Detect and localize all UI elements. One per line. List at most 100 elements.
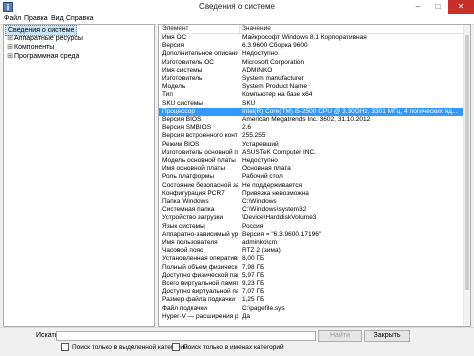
category-tree[interactable]: Сведения о системе ⊞Аппаратные ресурсы ⊞… <box>3 24 155 327</box>
table-row[interactable]: Процессор Intel(R) Core(TM) i5-2500 CPU @… <box>159 107 464 116</box>
table-row[interactable]: Всего виртуальной памяти 9,23 ГБ <box>159 280 464 288</box>
row-value-cell: C:\pagefile.sys <box>242 304 285 312</box>
table-row[interactable]: Аппаратно-зависимый уровень... Версия = "… <box>159 231 464 239</box>
row-item-cell: Конфигурация PCR7 <box>162 189 225 197</box>
row-value-cell: Не поддерживается <box>242 181 302 189</box>
tree-node-components[interactable]: ⊞Компоненты <box>6 43 54 52</box>
table-row[interactable]: Режим BIOS Устаревший <box>159 141 464 149</box>
row-item-cell: Роль платформы <box>162 173 214 181</box>
column-divider[interactable] <box>239 25 240 33</box>
maximize-button[interactable]: □ <box>428 0 448 14</box>
table-row[interactable]: Имя основной платы Основная плата <box>159 165 464 173</box>
menu-file[interactable]: Файл <box>2 14 23 24</box>
table-row[interactable]: Конфигурация PCR7 Привязка невозможна <box>159 190 464 198</box>
table-row[interactable]: Модель основной платы Недоступно <box>159 157 464 165</box>
row-value-cell: 255.255 <box>242 132 266 140</box>
row-item-cell: Всего виртуальной памяти <box>162 280 238 287</box>
table-row[interactable]: Версия встроенного контрол... 255.255 <box>159 132 464 140</box>
vertical-scrollbar[interactable] <box>463 25 470 326</box>
row-item-cell: Размер файла подкачки <box>162 296 236 304</box>
row-item-cell: Файл подкачки <box>162 304 207 312</box>
checkbox-box[interactable] <box>172 343 180 352</box>
table-row[interactable]: Доступно физической памяти 5,97 ГБ <box>159 272 464 280</box>
tree-node-hardware-resources[interactable]: ⊞Аппаратные ресурсы <box>6 34 83 43</box>
row-item-cell: Изготовитель ОС <box>162 58 214 66</box>
table-row[interactable]: Имя ОС Майкрософт Windows 8.1 Корпоративн… <box>159 34 464 42</box>
row-value-cell: 9,23 ГБ <box>242 280 265 287</box>
checkbox-label: Поиск только в именах категорий <box>183 344 284 351</box>
table-row[interactable]: Установленная оперативная п... 8,00 ГБ <box>159 255 464 263</box>
row-item-cell: Язык системы <box>162 222 205 230</box>
table-row[interactable]: Роль платформы Рабочий стол <box>159 173 464 181</box>
table-row[interactable]: Папка Windows C:\Windows <box>159 198 464 206</box>
row-value-cell: System manufacturer <box>242 75 304 82</box>
column-header-value[interactable]: Значение <box>242 25 271 33</box>
row-value-cell: 7,98 ГБ <box>242 263 265 271</box>
find-button[interactable]: Найти <box>318 330 362 342</box>
row-value-cell: Да <box>242 312 251 320</box>
row-value-cell: 5,97 ГБ <box>242 271 265 279</box>
row-item-cell: Имя основной платы <box>162 165 226 173</box>
tree-node-software-environment[interactable]: ⊞Программная среда <box>6 52 79 61</box>
row-item-cell: Имя системы <box>162 66 203 74</box>
table-row[interactable]: Язык системы Россия <box>159 223 464 231</box>
row-value-cell: 7,07 ГБ <box>242 288 265 296</box>
row-value-cell: Компьютер на базе x64 <box>242 91 313 99</box>
details-list[interactable]: Элемент Значение Имя ОС Майкрософт Window… <box>158 24 471 327</box>
row-item-cell: Hyper-V — расширения режим... <box>162 312 238 320</box>
table-row[interactable]: Тип Компьютер на базе x64 <box>159 91 464 99</box>
table-row[interactable]: Часовой пояс RTZ 2 (зима) <box>159 247 464 255</box>
table-row[interactable]: Hyper-V — расширения режим... Да <box>159 313 464 321</box>
table-row[interactable]: Имя системы ADMINKO <box>159 67 464 75</box>
row-value-cell: Microsoft Corporation <box>242 58 305 66</box>
table-row[interactable]: Изготовитель основной платы ASUSTeK Compu… <box>159 149 464 157</box>
menu-help[interactable]: Справка <box>64 14 95 24</box>
row-item-cell: Изготовитель <box>162 75 203 82</box>
row-item-cell: Модель основной платы <box>162 157 236 164</box>
minimize-button[interactable]: – <box>408 0 428 14</box>
row-item-cell: SKU системы <box>162 99 203 107</box>
table-row[interactable]: Файл подкачки C:\pagefile.sys <box>159 305 464 313</box>
checkbox-box[interactable] <box>61 343 69 352</box>
table-row[interactable]: Изготовитель System manufacturer <box>159 75 464 83</box>
expand-icon[interactable]: ⊞ <box>6 52 14 61</box>
find-input[interactable] <box>56 331 316 341</box>
column-header-item[interactable]: Элемент <box>162 25 189 33</box>
table-row[interactable]: Доступно виртуальной памяти 7,07 ГБ <box>159 288 464 296</box>
row-item-cell: Полный объем физической па... <box>162 263 238 271</box>
row-value-cell: 1,25 ГБ <box>242 296 265 304</box>
checkbox-search-selected-category[interactable]: Поиск только в выделенной категории <box>61 343 188 352</box>
table-row[interactable]: Версия SMBIOS 2.6 <box>159 124 464 132</box>
table-row[interactable]: SKU системы SKU <box>159 100 464 108</box>
table-row[interactable]: Версия 6.3.9600 Сборка 9600 <box>159 42 464 50</box>
row-value-cell: Недоступно <box>242 157 278 164</box>
expand-icon[interactable]: ⊞ <box>6 34 14 43</box>
table-row[interactable]: Изготовитель ОС Microsoft Corporation <box>159 59 464 67</box>
expand-icon[interactable]: ⊞ <box>6 43 14 52</box>
table-row[interactable]: Дополнительное описани... Недоступно <box>159 50 464 58</box>
row-item-cell: Часовой пояс <box>162 247 204 255</box>
table-row[interactable]: Размер файла подкачки 1,25 ГБ <box>159 296 464 304</box>
title-bar: Сведения о системе – □ ✕ <box>0 0 474 14</box>
table-row[interactable]: Версия BIOS American Megatrends Inc. 3602… <box>159 116 464 124</box>
row-value-cell: 2.6 <box>242 124 252 132</box>
table-row[interactable]: Полный объем физической па... 7,98 ГБ <box>159 264 464 272</box>
table-row[interactable]: Имя пользователя adminko\cm <box>159 239 464 247</box>
table-row[interactable]: Модель System Product Name <box>159 83 464 91</box>
row-item-cell: Изготовитель основной платы <box>162 148 238 156</box>
row-item-cell: Папка Windows <box>162 198 209 205</box>
row-value-cell: \Device\HarddiskVolume3 <box>242 214 317 222</box>
table-row[interactable]: Устройство загрузки \Device\HarddiskVolum… <box>159 214 464 222</box>
menu-edit[interactable]: Правка <box>22 14 50 24</box>
row-item-cell: Версия встроенного контрол... <box>162 132 238 140</box>
row-value-cell: 6.3.9600 Сборка 9600 <box>242 42 308 50</box>
table-row[interactable]: Системная папка C:\Windows\system32 <box>159 206 464 214</box>
table-row[interactable]: Состояние безопасной загрузки Не поддержи… <box>159 182 464 190</box>
close-window-button[interactable]: ✕ <box>448 0 474 14</box>
close-button[interactable]: Закрыть <box>364 330 410 342</box>
row-value-cell: Привязка невозможна <box>242 189 309 197</box>
row-value-cell: 8,00 ГБ <box>242 255 265 263</box>
scrollbar-thumb[interactable] <box>465 35 469 290</box>
row-item-cell: Доступно виртуальной памяти <box>162 288 238 296</box>
checkbox-search-category-names[interactable]: Поиск только в именах категорий <box>172 343 284 352</box>
